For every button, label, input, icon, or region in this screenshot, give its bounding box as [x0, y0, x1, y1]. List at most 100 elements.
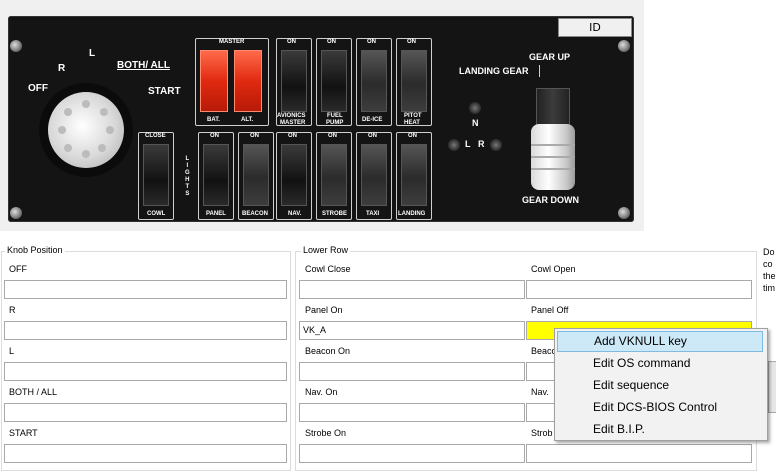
fuel-label: FUEL — [327, 113, 343, 119]
gear-up-label: GEAR UP — [529, 52, 571, 62]
field-label: OFF — [9, 264, 27, 274]
field-label: Panel Off — [531, 305, 569, 315]
field-label: Nav. — [531, 387, 549, 397]
field-label: Beaco — [531, 346, 557, 356]
knob-start-input[interactable] — [4, 444, 287, 463]
menu-item-edit-dcs-bios[interactable]: Edit DCS-BIOS Control — [557, 397, 763, 418]
bat-switch — [200, 50, 228, 112]
on-label: ON — [368, 133, 377, 139]
menu-item-edit-bip[interactable]: Edit B.I.P. — [557, 419, 763, 440]
field-label: Cowl Close — [305, 264, 351, 274]
avionics-label: AVIONICS — [277, 113, 306, 119]
avionics-switch — [281, 50, 307, 112]
field-label: Beacon On — [305, 346, 351, 356]
fuel-pump-label: PUMP — [326, 120, 344, 126]
field-label: Strobe On — [305, 428, 347, 438]
menu-item-edit-os-command[interactable]: Edit OS command — [557, 353, 763, 374]
gear-down-label: GEAR DOWN — [522, 195, 579, 205]
screw-icon — [618, 40, 630, 52]
alt-switch — [234, 50, 262, 112]
id-box: ID — [558, 18, 632, 37]
pitot-heat-label: HEAT — [404, 120, 420, 126]
magneto-knob — [48, 92, 124, 168]
screw-icon — [618, 207, 630, 219]
taxi-label: TAXI — [366, 211, 380, 217]
gear-n-label: N — [472, 118, 479, 128]
cowl-close-label: CLOSE — [145, 133, 166, 139]
field-label: Strob — [531, 428, 553, 438]
pitot-heat-switch — [401, 50, 427, 112]
field-label: Nav. On — [305, 387, 338, 397]
on-label: ON — [288, 133, 297, 139]
on-label: ON — [407, 39, 416, 45]
nav-on-input[interactable] — [299, 403, 525, 422]
field-label: R — [9, 305, 16, 315]
knob-l-input[interactable] — [4, 362, 287, 381]
switch-panel-image: ID OFF R L BOTH/ ALL START MASTER BAT. A… — [0, 0, 644, 231]
lights-label: L I G H T S — [185, 156, 190, 197]
field-label: Panel On — [305, 305, 343, 315]
avionics-master-label: MASTER — [280, 120, 306, 126]
menu-item-edit-sequence[interactable]: Edit sequence — [557, 375, 763, 396]
screw-icon — [10, 40, 22, 52]
strobe-on-input[interactable] — [299, 444, 525, 463]
screw-icon — [10, 207, 22, 219]
gear-lever-knob — [531, 124, 575, 190]
landing-switch — [401, 144, 427, 206]
fuel-pump-switch — [321, 50, 347, 112]
knob-label-r: R — [58, 63, 66, 74]
strobe-off-input[interactable] — [526, 444, 752, 463]
cowl-close-input[interactable] — [299, 280, 525, 299]
cowl-label: COWL — [147, 211, 166, 217]
field-label: START — [9, 428, 38, 438]
pitot-label: PITOT — [404, 113, 422, 119]
knob-off-input[interactable] — [4, 280, 287, 299]
side-button[interactable] — [768, 361, 776, 413]
deice-switch — [361, 50, 387, 112]
knob-position-title: Knob Position — [5, 245, 65, 255]
side-help-text: Do co the tim — [763, 247, 776, 293]
strobe-switch — [321, 144, 347, 206]
panel-light-switch — [203, 144, 229, 206]
alt-label: ALT. — [241, 117, 254, 123]
nav-label: NAV. — [288, 211, 302, 217]
cowl-open-input[interactable] — [526, 280, 752, 299]
beacon-label: BEACON — [242, 211, 269, 217]
master-label: MASTER — [217, 39, 247, 45]
gear-led-n-icon — [469, 102, 481, 114]
knob-r-input[interactable] — [4, 321, 287, 340]
context-menu: Add VKNULL key Edit OS command Edit sequ… — [554, 328, 768, 441]
knob-label-start: START — [148, 86, 181, 97]
knob-label-off: OFF — [28, 83, 48, 94]
taxi-switch — [361, 144, 387, 206]
lower-row-title: Lower Row — [301, 245, 351, 255]
on-label: ON — [250, 133, 259, 139]
menu-item-add-vknull[interactable]: Add VKNULL key — [557, 331, 763, 352]
gear-led-r-icon — [490, 139, 502, 151]
deice-label: DE-ICE — [362, 117, 383, 123]
cowl-switch — [143, 144, 169, 206]
on-label: ON — [327, 39, 336, 45]
gear-r-label: R — [478, 139, 485, 149]
bat-label: BAT. — [207, 117, 220, 123]
beacon-switch — [243, 144, 269, 206]
on-label: ON — [210, 133, 219, 139]
knob-both-input[interactable] — [4, 403, 287, 422]
on-label: ON — [328, 133, 337, 139]
landing-label: LANDING — [398, 211, 426, 217]
gear-line — [539, 65, 540, 77]
on-label: ON — [287, 39, 296, 45]
field-label: Cowl Open — [531, 264, 576, 274]
knob-label-l: L — [89, 48, 96, 59]
nav-switch — [281, 144, 307, 206]
panel-light-label: PANEL — [206, 211, 226, 217]
field-label: BOTH / ALL — [9, 387, 58, 397]
on-label: ON — [408, 133, 417, 139]
panel-on-input[interactable]: VK_A — [299, 321, 525, 340]
beacon-on-input[interactable] — [299, 362, 525, 381]
on-label: ON — [367, 39, 376, 45]
knob-label-both: BOTH/ ALL — [117, 60, 170, 71]
field-label: L — [9, 346, 15, 356]
gear-led-l-icon — [448, 139, 460, 151]
strobe-label: STROBE — [322, 211, 348, 217]
